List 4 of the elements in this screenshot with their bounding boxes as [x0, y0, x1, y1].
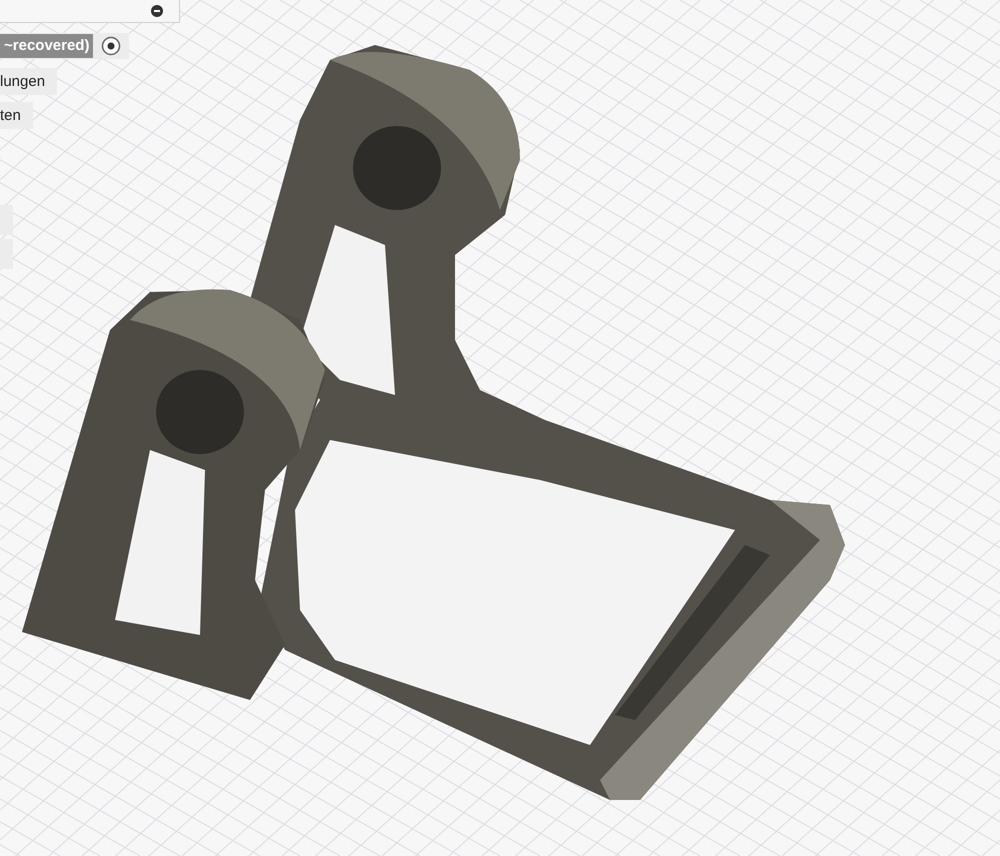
- browser-item[interactable]: lungen: [0, 68, 58, 95]
- browser-item[interactable]: ten: [0, 102, 33, 129]
- minus-icon[interactable]: [151, 5, 163, 17]
- radio-icon[interactable]: [101, 36, 122, 56]
